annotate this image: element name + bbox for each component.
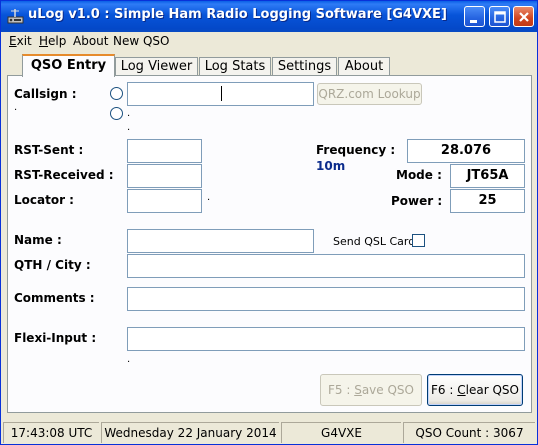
band-indicator: 10m bbox=[316, 159, 346, 173]
title-bar[interactable]: uLog v1.0 : Simple Ham Radio Logging Sof… bbox=[1, 1, 537, 32]
rst-sent-label: RST-Sent : bbox=[14, 143, 84, 157]
flexi-input-label: Flexi-Input : bbox=[14, 331, 97, 345]
flexi-input[interactable] bbox=[127, 327, 525, 351]
qrz-lookup-button[interactable]: QRZ.com Lookup bbox=[317, 83, 422, 105]
callsign-radio-1[interactable] bbox=[110, 87, 123, 100]
callsign-label: Callsign : bbox=[14, 87, 77, 101]
mode-label: Mode : bbox=[396, 168, 442, 182]
app-icon bbox=[7, 8, 24, 24]
flexi-dot: . bbox=[127, 354, 131, 365]
tab-about[interactable]: About bbox=[338, 57, 390, 76]
menu-about[interactable]: About bbox=[73, 34, 108, 48]
callsign-dot: . bbox=[14, 102, 18, 113]
app-window: uLog v1.0 : Simple Ham Radio Logging Sof… bbox=[0, 0, 538, 445]
rst-sent-input[interactable] bbox=[127, 139, 202, 163]
send-qsl-checkbox[interactable] bbox=[412, 234, 425, 247]
radio-dot-1: . bbox=[127, 108, 131, 119]
locator-input[interactable] bbox=[127, 189, 202, 213]
power-input[interactable]: 25 bbox=[450, 189, 525, 213]
send-qsl-label: Send QSL Card bbox=[333, 235, 416, 248]
close-button[interactable] bbox=[513, 6, 534, 27]
maximize-button[interactable] bbox=[489, 6, 510, 27]
status-bar: 17:43:08 UTC Wednesday 22 January 2014 G… bbox=[1, 420, 537, 444]
locator-dot: . bbox=[207, 192, 211, 203]
status-date: Wednesday 22 January 2014 bbox=[101, 422, 279, 443]
window-title: uLog v1.0 : Simple Ham Radio Logging Sof… bbox=[28, 7, 447, 22]
qth-input[interactable] bbox=[127, 254, 525, 278]
frequency-label: Frequency : bbox=[316, 143, 396, 157]
tab-qso-entry[interactable]: QSO Entry bbox=[22, 54, 115, 77]
name-label: Name : bbox=[14, 233, 62, 247]
tab-log-viewer[interactable]: Log Viewer bbox=[115, 57, 198, 76]
minimize-button[interactable] bbox=[464, 6, 485, 27]
comments-label: Comments : bbox=[14, 291, 95, 305]
rst-received-input[interactable] bbox=[127, 164, 202, 188]
minimize-icon bbox=[470, 20, 477, 23]
menu-exit[interactable]: Exit bbox=[9, 34, 32, 48]
callsign-input[interactable] bbox=[127, 82, 314, 106]
clear-qso-button[interactable]: F6 : Clear QSO bbox=[427, 374, 523, 406]
locator-label: Locator : bbox=[14, 193, 74, 207]
callsign-radio-2[interactable] bbox=[110, 107, 123, 120]
status-time: 17:43:08 UTC bbox=[3, 422, 99, 443]
rst-received-label: RST-Received : bbox=[14, 168, 114, 182]
frequency-input[interactable]: 28.076 bbox=[407, 139, 525, 163]
tab-log-stats[interactable]: Log Stats bbox=[199, 57, 271, 76]
menu-help[interactable]: Help bbox=[39, 34, 66, 48]
close-icon bbox=[519, 12, 529, 22]
status-qso-count: QSO Count : 3067 bbox=[403, 422, 535, 443]
power-label: Power : bbox=[391, 194, 443, 208]
name-input[interactable] bbox=[127, 229, 314, 253]
text-cursor bbox=[221, 86, 222, 101]
menu-bar: Exit Help About New QSO bbox=[1, 32, 537, 51]
mode-input[interactable]: JT65A bbox=[450, 164, 525, 188]
radio-dot-2: . bbox=[127, 122, 131, 133]
qth-label: QTH / City : bbox=[14, 258, 91, 272]
menu-new-qso[interactable]: New QSO bbox=[113, 34, 170, 48]
save-qso-button[interactable]: F5 : Save QSO bbox=[320, 374, 422, 406]
tab-settings[interactable]: Settings bbox=[272, 57, 337, 76]
comments-input[interactable] bbox=[127, 287, 525, 311]
status-callsign: G4VXE bbox=[281, 422, 401, 443]
